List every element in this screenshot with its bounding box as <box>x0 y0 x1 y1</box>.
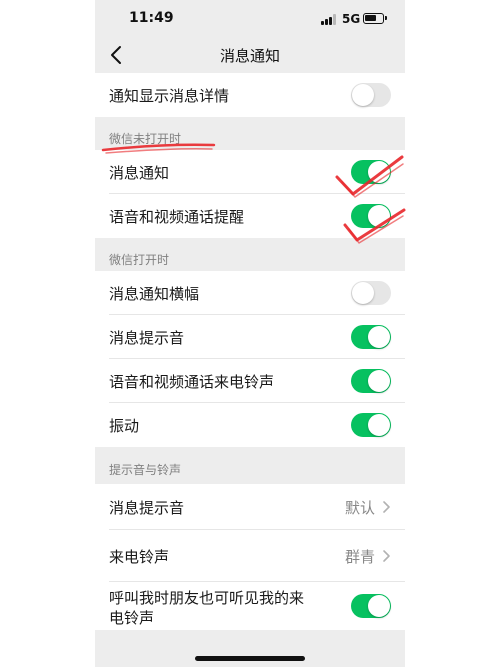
section-header-sounds: 提示音与铃声 <box>95 447 405 484</box>
nav-bar: 消息通知 <box>95 40 405 72</box>
status-time: 11:49 <box>129 10 174 26</box>
network-type: 5G <box>342 12 361 26</box>
row-label: 通知显示消息详情 <box>109 87 230 105</box>
row-label: 来电铃声 <box>109 548 170 566</box>
message-notification-row[interactable]: 消息通知 <box>95 150 405 194</box>
chevron-right-icon <box>383 501 390 513</box>
row-label-line2: 电铃声 <box>109 609 155 627</box>
message-sound-toggle[interactable] <box>351 325 391 349</box>
row-label: 语音和视频通话来电铃声 <box>109 373 275 391</box>
row-label: 消息通知横幅 <box>109 285 200 303</box>
message-notification-toggle[interactable] <box>351 160 391 184</box>
row-label: 消息提示音 <box>109 499 185 517</box>
friends-hear-ringtone-row[interactable]: 呼叫我时朋友也可听见我的来 电铃声 <box>95 582 405 630</box>
row-label: 消息通知 <box>109 164 170 182</box>
friends-hear-ringtone-toggle[interactable] <box>351 594 391 618</box>
message-sound-toggle-row[interactable]: 消息提示音 <box>95 315 405 359</box>
call-ringtone-toggle-row[interactable]: 语音和视频通话来电铃声 <box>95 359 405 403</box>
vibration-row[interactable]: 振动 <box>95 403 405 447</box>
show-message-details-row[interactable]: 通知显示消息详情 <box>95 73 405 117</box>
voice-video-call-alert-toggle[interactable] <box>351 204 391 228</box>
battery-icon <box>363 13 387 24</box>
section-header-label: 微信未打开时 <box>109 132 182 146</box>
message-sound-select-row[interactable]: 消息提示音 默认 <box>95 484 405 530</box>
row-label-line1: 呼叫我时朋友也可听见我的来 <box>109 589 305 607</box>
voice-video-call-alert-row[interactable]: 语音和视频通话提醒 <box>95 194 405 238</box>
section-header-wechat-open: 微信打开时 <box>95 238 405 271</box>
row-label: 消息提示音 <box>109 329 185 347</box>
section-header-label: 微信打开时 <box>109 253 170 267</box>
ringtone-select-row[interactable]: 来电铃声 群青 <box>95 530 405 582</box>
row-label: 振动 <box>109 417 140 435</box>
show-message-details-toggle[interactable] <box>351 83 391 107</box>
section-header-label: 提示音与铃声 <box>109 463 182 477</box>
signal-icon <box>321 14 337 25</box>
page-title: 消息通知 <box>219 47 280 65</box>
chevron-right-icon <box>383 550 390 562</box>
vibration-toggle[interactable] <box>351 413 391 437</box>
section-header-wechat-closed: 微信未打开时 <box>95 117 405 150</box>
home-indicator <box>195 656 305 661</box>
row-label: 语音和视频通话提醒 <box>109 208 245 226</box>
notification-banner-row[interactable]: 消息通知横幅 <box>95 271 405 315</box>
row-value: 默认 <box>344 499 375 517</box>
phone-screen: 11:49 5G 消息通知 通知显示消息详情 微信未打开时 消息通知 语音和视频… <box>95 0 405 667</box>
status-bar: 11:49 5G <box>95 0 405 40</box>
row-value: 群青 <box>344 548 375 566</box>
notification-banner-toggle[interactable] <box>351 281 391 305</box>
battery-level <box>365 15 376 21</box>
call-ringtone-toggle[interactable] <box>351 369 391 393</box>
